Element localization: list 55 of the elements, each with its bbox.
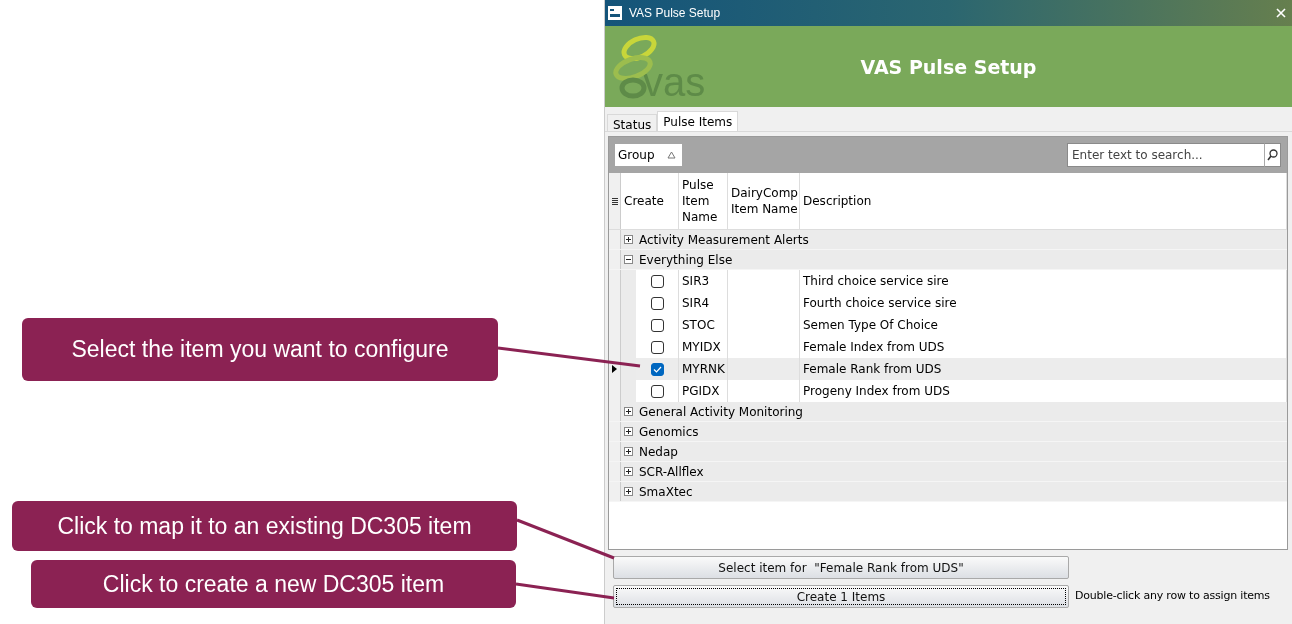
- checkbox[interactable]: [650, 362, 664, 376]
- group-label: Activity Measurement Alerts: [639, 232, 809, 247]
- column-header[interactable]: Description: [800, 173, 1287, 229]
- group-row[interactable]: SCR-Allflex: [609, 462, 1287, 482]
- group-label: Everything Else: [639, 252, 733, 267]
- group-row[interactable]: Everything Else: [609, 250, 1287, 270]
- chip-label: Group: [618, 148, 655, 162]
- expand-icon[interactable]: [624, 467, 633, 476]
- close-icon[interactable]: [1276, 8, 1286, 18]
- table-row[interactable]: PGIDX Progeny Index from UDS: [609, 380, 1287, 402]
- collapse-icon[interactable]: [624, 255, 633, 264]
- expand-icon[interactable]: [624, 427, 633, 436]
- window-title: VAS Pulse Setup: [629, 6, 722, 20]
- column-header[interactable]: Create: [621, 173, 679, 229]
- callout: Click to map it to an existing DC305 item: [12, 501, 517, 551]
- app-icon: [607, 5, 623, 21]
- group-label: SCR-Allflex: [639, 464, 704, 479]
- checkbox[interactable]: [650, 318, 664, 332]
- callout: Click to create a new DC305 item: [31, 560, 516, 608]
- group-row[interactable]: Nedap: [609, 442, 1287, 462]
- table-row[interactable]: SIR3 Third choice service sire: [609, 270, 1287, 292]
- expand-icon[interactable]: [624, 447, 633, 456]
- column-header[interactable]: Pulse Item Name: [679, 173, 728, 229]
- expand-icon[interactable]: [624, 487, 633, 496]
- group-label: Nedap: [639, 444, 678, 459]
- group-chip[interactable]: Group: [615, 144, 682, 166]
- group-row[interactable]: SmaXtec: [609, 482, 1287, 502]
- checkbox[interactable]: [650, 274, 664, 288]
- checkbox[interactable]: [650, 340, 664, 354]
- tab[interactable]: Status: [607, 114, 658, 131]
- group-row[interactable]: General Activity Monitoring: [609, 402, 1287, 422]
- table-row[interactable]: MYIDX Female Index from UDS: [609, 336, 1287, 358]
- hint-text: Double-click any row to assign items: [1075, 588, 1270, 602]
- group-row[interactable]: Activity Measurement Alerts: [609, 230, 1287, 250]
- checkbox[interactable]: [650, 296, 664, 310]
- callout: Select the item you want to configure: [22, 318, 498, 381]
- table-row[interactable]: STOC Semen Type Of Choice: [609, 314, 1287, 336]
- search-field[interactable]: Enter text to search...: [1067, 143, 1264, 167]
- action-button[interactable]: Create 1 Items: [613, 585, 1069, 608]
- expand-icon[interactable]: [624, 407, 633, 416]
- sort-icon: [666, 151, 676, 159]
- table-row[interactable]: SIR4 Fourth choice service sire: [609, 292, 1287, 314]
- expand-icon[interactable]: [624, 235, 633, 244]
- search-icon[interactable]: [1267, 149, 1278, 161]
- checkbox[interactable]: [650, 384, 664, 398]
- group-label: General Activity Monitoring: [639, 404, 803, 419]
- table-row[interactable]: MYRNK Female Rank from UDS: [609, 358, 1287, 380]
- column-chooser-icon[interactable]: [611, 196, 618, 206]
- column-header[interactable]: DairyComp Item Name: [728, 173, 800, 229]
- banner-heading: VAS Pulse Setup: [859, 55, 1038, 78]
- group-label: Genomics: [639, 424, 699, 439]
- group-label: SmaXtec: [639, 484, 693, 499]
- tab[interactable]: Pulse Items: [657, 111, 739, 131]
- action-button[interactable]: Select item for "Female Rank from UDS": [613, 556, 1069, 579]
- group-row[interactable]: Genomics: [609, 422, 1287, 442]
